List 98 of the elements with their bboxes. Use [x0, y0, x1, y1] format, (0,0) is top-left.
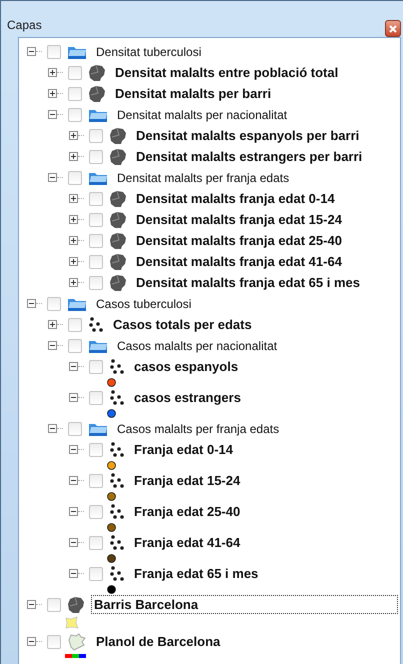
layer-checkbox[interactable] [89, 390, 103, 404]
collapse-icon[interactable] [69, 393, 78, 402]
band-symbol-icon [65, 654, 86, 658]
layer-checkbox[interactable] [47, 598, 61, 612]
expand-icon[interactable] [69, 215, 78, 224]
layer-name[interactable]: casos estrangers [131, 388, 244, 407]
expand-icon[interactable] [69, 194, 78, 203]
layer-name[interactable]: Densitat malalts espanyols per barri [133, 126, 362, 145]
layer-name[interactable]: Densitat malalts per barri [112, 84, 274, 103]
collapse-icon[interactable] [69, 362, 78, 371]
collapse-icon[interactable] [27, 299, 36, 308]
layer-checkbox[interactable] [89, 150, 103, 164]
layer-name[interactable]: Planol de Barcelona [93, 632, 224, 651]
expand-icon[interactable] [69, 236, 78, 245]
layer-name[interactable]: Franja edat 15-24 [131, 471, 244, 490]
dots-icon [109, 534, 125, 550]
expand-icon[interactable] [69, 257, 78, 266]
layer-checkbox[interactable] [68, 422, 82, 436]
layer-checkbox[interactable] [89, 474, 103, 488]
collapse-icon[interactable] [27, 600, 36, 609]
collapse-icon[interactable] [48, 341, 57, 350]
close-icon [389, 24, 397, 32]
shape-icon [109, 126, 127, 144]
collapse-icon[interactable] [69, 569, 78, 578]
layer-checkbox[interactable] [68, 66, 82, 80]
dots-icon [109, 566, 125, 582]
collapse-icon[interactable] [27, 47, 36, 56]
expand-icon[interactable] [69, 131, 78, 140]
layer-checkbox[interactable] [89, 360, 103, 374]
dots-icon [109, 390, 125, 406]
layer-checkbox[interactable] [89, 192, 103, 206]
layer-name[interactable]: Densitat malalts franja edat 15-24 [133, 210, 345, 229]
shape-icon [109, 252, 127, 270]
collapse-icon[interactable] [69, 507, 78, 516]
expand-icon[interactable] [48, 89, 57, 98]
layer-checkbox[interactable] [89, 504, 103, 518]
layer-checkbox[interactable] [89, 536, 103, 550]
layer-checkbox[interactable] [89, 212, 103, 226]
collapse-icon[interactable] [69, 538, 78, 547]
collapse-icon[interactable] [27, 637, 36, 646]
layer-checkbox[interactable] [68, 318, 82, 332]
layer-checkbox[interactable] [89, 254, 103, 268]
shape-icon [88, 64, 106, 82]
window-title: Capas [7, 18, 42, 32]
shape-icon [109, 232, 127, 250]
expand-icon[interactable] [48, 320, 57, 329]
layer-checkbox[interactable] [68, 170, 82, 184]
expand-icon[interactable] [69, 152, 78, 161]
layer-checkbox[interactable] [89, 442, 103, 456]
layer-name[interactable]: Densitat malalts entre població total [112, 63, 342, 82]
layer-name[interactable]: casos espanyols [131, 357, 242, 376]
layer-name[interactable]: Densitat malalts franja edat 65 i mes [133, 273, 363, 292]
layer-checkbox[interactable] [47, 296, 61, 310]
shape-icon [109, 274, 127, 292]
shape-icon [88, 84, 106, 102]
map-icon [67, 632, 87, 650]
layer-name[interactable]: Densitat tuberculosi [93, 42, 204, 60]
collapse-icon[interactable] [69, 476, 78, 485]
collapse-icon[interactable] [48, 173, 57, 182]
layer-name[interactable]: Densitat malalts franja edat 41-64 [133, 252, 345, 271]
layer-name[interactable]: Densitat malalts estrangers per barri [133, 147, 366, 166]
layer-name[interactable]: Densitat malalts franja edat 25-40 [133, 231, 345, 250]
layer-name[interactable]: Franja edat 25-40 [131, 502, 244, 521]
layer-name[interactable]: Franja edat 0-14 [131, 440, 236, 459]
layer-checkbox[interactable] [89, 566, 103, 580]
layer-name[interactable]: Franja edat 41-64 [131, 533, 244, 552]
layer-name[interactable]: Densitat malalts per franja edats [114, 168, 292, 186]
layer-checkbox[interactable] [68, 338, 82, 352]
shape-icon [109, 210, 127, 228]
dots-icon [109, 504, 125, 520]
dots-icon [88, 316, 104, 332]
layer-name[interactable]: Densitat malalts per nacionalitat [114, 106, 290, 124]
layer-name[interactable]: Casos malalts per franja edats [114, 420, 282, 438]
expand-icon[interactable] [48, 68, 57, 77]
layer-checkbox[interactable] [68, 108, 82, 122]
layer-name[interactable]: Casos tuberculosi [93, 294, 194, 312]
layer-checkbox[interactable] [89, 128, 103, 142]
shape-icon [67, 596, 85, 614]
layer-checkbox[interactable] [68, 86, 82, 100]
close-button[interactable] [385, 20, 401, 37]
collapse-icon[interactable] [69, 445, 78, 454]
layer-checkbox[interactable] [47, 44, 61, 58]
shape-icon [109, 190, 127, 208]
layer-name[interactable]: Barris Barcelona [91, 595, 398, 614]
dots-icon [109, 358, 125, 374]
layer-name[interactable]: Densitat malalts franja edat 0-14 [133, 189, 338, 208]
layer-name[interactable]: Casos malalts per nacionalitat [114, 336, 280, 354]
layer-name[interactable]: Franja edat 65 i mes [131, 564, 262, 583]
dots-icon [109, 472, 125, 488]
layer-checkbox[interactable] [89, 276, 103, 290]
layer-name[interactable]: Casos totals per edats [110, 315, 255, 334]
collapse-icon[interactable] [48, 110, 57, 119]
expand-icon[interactable] [69, 278, 78, 287]
shape-icon [109, 148, 127, 166]
layer-checkbox[interactable] [47, 634, 61, 648]
dots-icon [109, 442, 125, 458]
layer-checkbox[interactable] [89, 234, 103, 248]
collapse-icon[interactable] [48, 424, 57, 433]
